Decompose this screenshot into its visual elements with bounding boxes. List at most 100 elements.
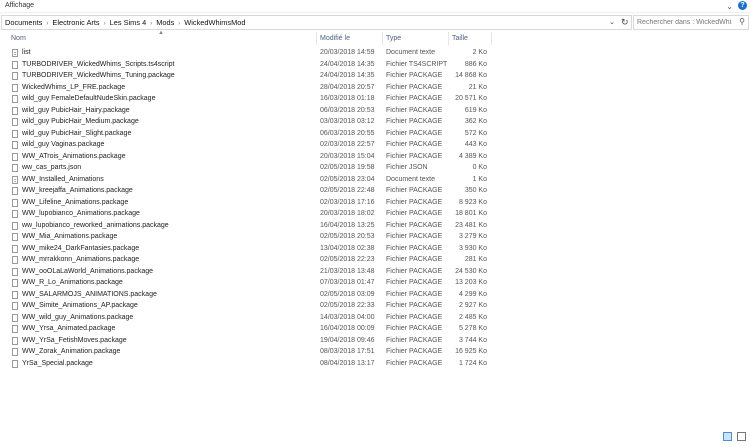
file-icon [12, 198, 18, 207]
file-icon [12, 83, 18, 92]
file-row[interactable]: WW_R_Lo_Animations.package 07/03/2018 01:… [0, 278, 750, 290]
file-row[interactable]: wild_guy FemaleDefaultNudeSkin.package 16… [0, 94, 750, 106]
file-row[interactable]: WW_mrrakkonn_Animations.package 02/05/201… [0, 255, 750, 267]
breadcrumb-item[interactable]: Documents [5, 18, 42, 27]
details-view-icon[interactable] [723, 432, 733, 441]
file-row[interactable]: YrSa_Special.package 08/04/2018 13:17 Fich… [0, 359, 750, 371]
column-divider[interactable] [382, 32, 383, 45]
file-size: 1 724 Ko [458, 359, 487, 367]
file-modified-date: 02/05/2018 22:48 [320, 187, 375, 194]
breadcrumb-separator-icon[interactable]: › [104, 21, 106, 27]
file-size: 20 571 Ko [455, 95, 487, 102]
file-row[interactable]: WW_Mia_Animations.package 02/05/2018 20:5… [0, 232, 750, 244]
file-size: 2 927 Ko [458, 302, 487, 309]
file-row[interactable]: WW_lupobianco_Animations.package 20/03/20… [0, 209, 750, 221]
address-box[interactable]: Documents › Electronic Arts › Les Sims 4 › Mod… [1, 15, 632, 30]
file-modified-date: 06/03/2018 20:53 [320, 106, 375, 114]
file-row[interactable]: TURBODRIVER_WickedWhims_Scripts.ts4scrip… [0, 60, 750, 72]
large-icons-view-icon[interactable] [737, 432, 746, 441]
file-row[interactable]: ww_lupobianco_reworked_animations.packag… [0, 221, 750, 233]
breadcrumb-item[interactable]: WickedWhimsMod [184, 18, 245, 27]
file-icon [12, 129, 18, 138]
file-row[interactable]: WW_kreejaffa_Animations.package 02/05/201… [0, 186, 750, 198]
file-row[interactable]: wild_guy Vaginas.package 02/03/2018 22:57… [0, 140, 750, 152]
file-row[interactable]: WW_ooOLaLaWorld_Animations.package 21/03/… [0, 267, 750, 279]
file-row[interactable]: WW_mike24_DarkFantasies.package 13/04/201… [0, 244, 750, 256]
file-row[interactable]: WW_Yrsa_Animated.package 16/04/2018 00:09… [0, 324, 750, 336]
ribbon-tab-view[interactable]: Affichage [5, 2, 34, 9]
file-type: Fichier JSON [386, 164, 428, 171]
file-name: WW_mrrakkonn_Animations.package [22, 256, 140, 263]
file-modified-date: 08/04/2018 13:17 [320, 359, 375, 367]
address-bar: Documents › Electronic Arts › Les Sims 4 › Mod… [0, 14, 750, 30]
file-modified-date: 03/03/2018 03:12 [320, 118, 375, 125]
file-name: WW_lupobianco_Animations.package [22, 210, 140, 217]
file-row[interactable]: WickedWhims_LP_FRE.package 28/04/2018 20:… [0, 83, 750, 95]
file-row[interactable]: list 20/03/2018 14:59 Document texte 2 Ko [0, 48, 750, 60]
help-icon[interactable]: ? [738, 1, 747, 10]
file-row[interactable]: ww_cas_parts.json 02/05/2018 19:58 Fichier… [0, 163, 750, 175]
file-name: wild_guy PubicHair_Medium.package [22, 118, 139, 125]
file-size: 572 Ko [464, 129, 487, 137]
file-modified-date: 21/03/2018 13:48 [320, 267, 375, 275]
breadcrumb-item[interactable]: Mods [156, 18, 174, 27]
file-row[interactable]: WW_SALARMOJS_ANIMATIONS.package 02/05/201… [0, 290, 750, 302]
file-size: 24 530 Ko [455, 267, 487, 275]
file-row[interactable]: WW_wild_guy_Animations.package 14/03/2018… [0, 313, 750, 325]
column-divider[interactable] [316, 32, 317, 45]
search-input[interactable] [637, 17, 732, 27]
column-divider[interactable] [448, 32, 449, 45]
file-name: WickedWhims_LP_FRE.package [22, 83, 126, 91]
file-name: WW_SALARMOJS_ANIMATIONS.package [22, 290, 157, 298]
file-type: Fichier PACKAGE [386, 187, 443, 194]
file-name: wild_guy PubicHair_Hairy.package [22, 106, 130, 114]
breadcrumb-separator-icon[interactable]: › [178, 21, 180, 27]
breadcrumb-separator-icon[interactable]: › [150, 21, 152, 27]
file-modified-date: 02/05/2018 22:33 [320, 302, 375, 309]
file-name: WW_Lifeline_Animations.package [22, 198, 129, 206]
file-row[interactable]: WW_Zorak_Animation.package 08/03/2018 17:… [0, 347, 750, 359]
refresh-icon[interactable]: ↻ [621, 17, 629, 28]
file-modified-date: 07/03/2018 01:47 [320, 279, 375, 286]
column-header-size[interactable]: Taille [452, 35, 468, 42]
column-divider[interactable] [491, 32, 492, 45]
file-row[interactable]: wild_guy PubicHair_Hairy.package 06/03/20… [0, 106, 750, 118]
file-row[interactable]: WW_ATrois_Animations.package 20/03/2018 1… [0, 152, 750, 164]
file-row[interactable]: WW_Lifeline_Animations.package 02/03/2018… [0, 198, 750, 210]
file-icon [12, 164, 18, 172]
file-icon [12, 152, 18, 161]
file-name: TURBODRIVER_WickedWhims_Tuning.package [22, 72, 175, 79]
address-history-chevron-icon[interactable]: ⌄ [609, 18, 615, 26]
file-type: Fichier PACKAGE [386, 198, 443, 206]
breadcrumb-item[interactable]: Electronic Arts [52, 18, 99, 27]
file-size: 5 278 Ko [458, 325, 487, 332]
file-row[interactable]: WW_Installed_Animations 02/05/2018 23:04 D… [0, 175, 750, 187]
file-name: list [22, 49, 31, 56]
file-type: Fichier PACKAGE [386, 233, 443, 240]
file-name: WW_YrSa_FetishMoves.package [22, 336, 127, 344]
file-name: WW_Zorak_Animation.package [22, 348, 121, 355]
search-icon[interactable]: ⚲ [739, 17, 745, 26]
expand-ribbon-chevron-icon[interactable]: ⌄ [726, 2, 733, 11]
file-type: Fichier PACKAGE [386, 279, 443, 286]
file-row[interactable]: WW_YrSa_FetishMoves.package 19/04/2018 09… [0, 336, 750, 348]
file-modified-date: 14/03/2018 04:00 [320, 313, 375, 321]
file-row[interactable]: TURBODRIVER_WickedWhims_Tuning.package 24… [0, 71, 750, 83]
column-header-date[interactable]: Modifié le [320, 35, 350, 42]
file-size: 8 923 Ko [458, 198, 487, 206]
file-modified-date: 20/03/2018 18:02 [320, 210, 375, 217]
file-row[interactable]: WW_Simite_Animations_AP.package 02/05/201… [0, 301, 750, 313]
file-row[interactable]: wild_guy PubicHair_Medium.package 03/03/2… [0, 117, 750, 129]
file-row[interactable]: wild_guy PubicHair_Slight.package 06/03/2… [0, 129, 750, 141]
file-icon [12, 141, 18, 149]
column-header-type[interactable]: Type [386, 35, 401, 42]
file-size: 16 925 Ko [455, 348, 487, 355]
breadcrumb-item[interactable]: Les Sims 4 [110, 18, 147, 27]
file-icon [12, 267, 18, 276]
column-header-name[interactable]: Nom [11, 35, 26, 42]
file-icon [12, 348, 18, 356]
file-name: WW_ooOLaLaWorld_Animations.package [22, 267, 153, 275]
file-name: WW_mike24_DarkFantasies.package [22, 244, 140, 252]
file-icon [12, 118, 18, 126]
breadcrumb-separator-icon[interactable]: › [46, 21, 48, 27]
